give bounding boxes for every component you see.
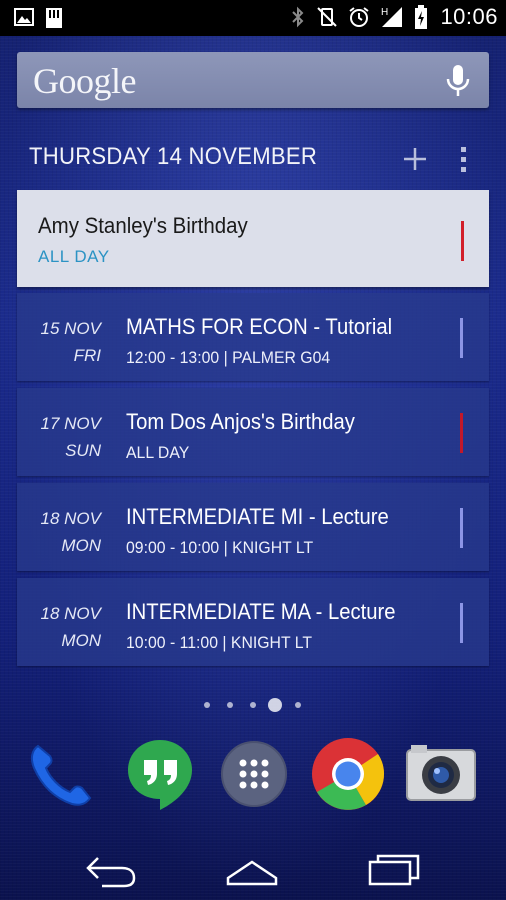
home-icon[interactable] [222, 848, 282, 888]
event-color-bar [460, 413, 463, 453]
status-bar: H 10:06 [0, 0, 506, 36]
app-drawer-icon[interactable] [216, 736, 292, 812]
plus-icon[interactable] [402, 146, 428, 172]
google-search-bar[interactable]: Google [17, 52, 489, 108]
camera-icon[interactable] [403, 736, 479, 812]
phone-icon[interactable] [24, 736, 100, 812]
sd-card-icon [46, 8, 62, 28]
back-icon[interactable] [82, 848, 142, 888]
page-indicator [0, 698, 506, 712]
event-day: MON [61, 631, 101, 650]
image-icon [14, 8, 34, 28]
event-date: 17 NOV [40, 414, 101, 433]
event-title: Tom Dos Anjos's Birthday [126, 409, 355, 434]
battery-icon [414, 5, 428, 29]
vibrate-off-icon [316, 6, 338, 28]
event-date: 18 NOV [40, 509, 101, 528]
event-color-bar [460, 318, 463, 358]
event-title: MATHS FOR ECON - Tutorial [126, 314, 393, 339]
page-dot [204, 702, 210, 708]
event-subtitle: ALL DAY [126, 443, 190, 462]
page-dot [227, 702, 233, 708]
event-color-bar [460, 508, 463, 548]
clock: 10:06 [440, 4, 498, 29]
event-card[interactable]: 18 NOV MON INTERMEDIATE MI - Lecture 09:… [17, 483, 489, 571]
event-card[interactable]: 17 NOV SUN Tom Dos Anjos's Birthday ALL … [17, 388, 489, 476]
google-logo[interactable]: Google [33, 60, 136, 102]
hangouts-icon[interactable] [122, 736, 198, 812]
page-dot [295, 702, 301, 708]
event-subtitle: 10:00 - 11:00 | KNIGHT LT [126, 633, 313, 652]
event-date: 18 NOV [40, 604, 101, 623]
event-color-bar [460, 603, 463, 643]
event-color-bar [461, 221, 464, 261]
alarm-icon [348, 6, 370, 28]
event-day: FRI [73, 346, 101, 365]
event-day: SUN [65, 441, 101, 460]
event-day: MON [61, 536, 101, 555]
recents-icon[interactable] [362, 848, 422, 888]
event-title: INTERMEDIATE MA - Lecture [126, 599, 396, 624]
event-subtitle: 12:00 - 13:00 | PALMER G04 [126, 348, 331, 367]
widget-date-header[interactable]: THURSDAY 14 NOVEMBER [29, 143, 317, 171]
event-subtitle: ALL DAY [38, 247, 110, 266]
event-title: INTERMEDIATE MI - Lecture [126, 504, 389, 529]
event-card[interactable]: 15 NOV FRI MATHS FOR ECON - Tutorial 12:… [17, 293, 489, 381]
mic-icon[interactable] [445, 64, 471, 103]
bluetooth-icon [290, 6, 306, 28]
today-event-card[interactable]: Amy Stanley's Birthday ALL DAY [17, 190, 489, 287]
event-title: Amy Stanley's Birthday [38, 213, 248, 238]
event-card[interactable]: 18 NOV MON INTERMEDIATE MA - Lecture 10:… [17, 578, 489, 666]
overflow-menu-icon[interactable] [455, 146, 471, 174]
signal-h-icon: H [380, 5, 404, 29]
page-dot-active [268, 698, 282, 712]
event-subtitle: 09:00 - 10:00 | KNIGHT LT [126, 538, 314, 557]
chrome-icon[interactable] [310, 736, 386, 812]
page-dot [250, 702, 256, 708]
svg-text:H: H [381, 7, 388, 18]
navigation-bar [0, 834, 506, 900]
event-date: 15 NOV [40, 319, 101, 338]
